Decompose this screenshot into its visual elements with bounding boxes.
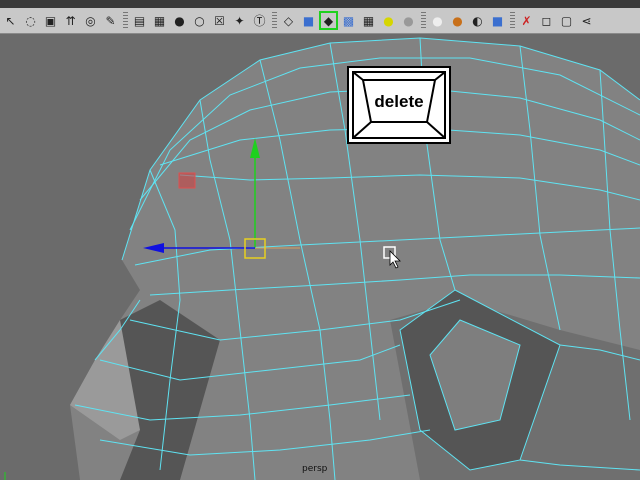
cube-selected-icon[interactable]: ◆ — [319, 11, 338, 30]
checker-icon[interactable]: ▩ — [340, 12, 357, 29]
snap-point-icon[interactable]: ● — [171, 12, 188, 29]
uv-icon[interactable]: ✦ — [231, 12, 248, 29]
toolbar-separator — [421, 11, 426, 30]
select-tool-icon[interactable]: ↖ — [2, 12, 19, 29]
selected-face-marker — [178, 172, 196, 189]
sphere-icon[interactable]: ● — [400, 12, 417, 29]
3d-viewport[interactable] — [0, 35, 640, 480]
grid-layout-icon[interactable]: ▢ — [558, 12, 575, 29]
light-icon[interactable]: ● — [380, 12, 397, 29]
text-icon[interactable]: Ⓣ — [251, 12, 268, 29]
toolbar-separator — [510, 11, 515, 30]
ipr-icon[interactable]: ◐ — [469, 12, 486, 29]
make-live-icon[interactable]: ☒ — [211, 12, 228, 29]
teapot-icon[interactable]: ● — [429, 12, 446, 29]
paint-select-icon[interactable]: ▣ — [42, 12, 59, 29]
cube-shaded-icon[interactable]: ■ — [300, 12, 317, 29]
status-toolbar: ↖ ◌ ▣ ⇈ ◎ ✎ ▤ ▦ ● ○ ☒ ✦ Ⓣ ◇ ■ ◆ ▩ ▦ ● ● … — [0, 8, 640, 34]
rotate-icon[interactable]: ◎ — [82, 12, 99, 29]
render-icon[interactable]: ● — [449, 12, 466, 29]
snap-plane-icon[interactable]: ○ — [191, 12, 208, 29]
move-icon[interactable]: ⇈ — [62, 12, 79, 29]
wrench-icon[interactable]: ✗ — [518, 12, 535, 29]
toolbar-separator — [272, 11, 277, 30]
toolbar-separator — [123, 11, 128, 30]
box-icon[interactable]: ◻ — [538, 12, 555, 29]
cube-wire-icon[interactable]: ◇ — [280, 12, 297, 29]
delete-key-overlay: delete — [347, 66, 451, 144]
view-axis-indicator — [0, 469, 12, 480]
checker-alt-icon[interactable]: ▦ — [360, 12, 377, 29]
lasso-icon[interactable]: ◌ — [22, 12, 39, 29]
delete-key-label: delete — [374, 92, 424, 111]
scale-icon[interactable]: ✎ — [102, 12, 119, 29]
menu-strip — [0, 0, 640, 8]
share-icon[interactable]: ⋖ — [578, 12, 595, 29]
snap-grid-icon[interactable]: ▤ — [131, 12, 148, 29]
snap-curve-icon[interactable]: ▦ — [151, 12, 168, 29]
camera-label: persp — [302, 464, 328, 474]
head-mesh[interactable] — [0, 35, 640, 480]
camera-icon[interactable]: ■ — [489, 12, 506, 29]
